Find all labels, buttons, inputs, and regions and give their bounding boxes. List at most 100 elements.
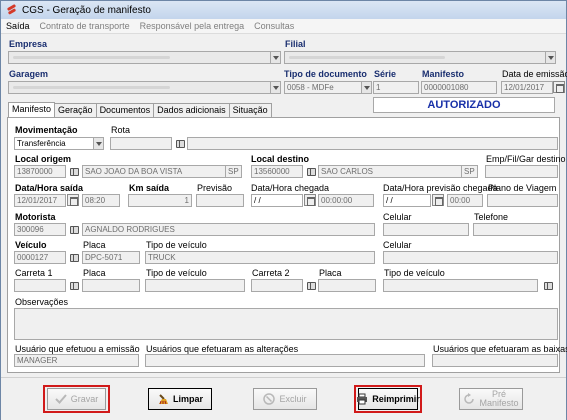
emp-fil-gar-label: Emp/Fil/Gar destino	[486, 154, 566, 164]
carreta2-label: Carreta 2	[252, 268, 290, 278]
local-destino-label: Local destino	[251, 154, 310, 164]
destino-search-icon[interactable]	[306, 166, 317, 177]
destino-code-field[interactable]: 13560000	[251, 165, 303, 178]
delete-icon	[263, 393, 276, 405]
pre-manifesto-label: Pré Manifesto	[479, 390, 518, 408]
hora-chegada-field[interactable]: 00:00:00	[318, 194, 374, 207]
button-bar: Gravar Limpar Excluir Reimprimir Pré Man…	[1, 377, 566, 420]
menu-bar: Saída Contrato de transporte Responsável…	[1, 19, 566, 34]
tab-bar: Manifesto Geração Documentos Dados adici…	[8, 102, 272, 117]
telefone-field[interactable]	[473, 223, 558, 236]
origem-uf-field: SP	[225, 165, 242, 178]
usuario-emissao-field: MANAGER	[14, 354, 139, 367]
celular-veiculo-field[interactable]	[383, 251, 558, 264]
observacoes-textarea[interactable]	[14, 308, 558, 340]
garagem-dropdown-icon[interactable]	[270, 81, 281, 94]
previsao-field[interactable]	[196, 194, 244, 207]
carreta1-search-icon[interactable]	[69, 280, 80, 291]
tab-manifesto[interactable]: Manifesto	[8, 102, 56, 117]
plano-viagem-field[interactable]	[487, 194, 558, 207]
origem-code-field[interactable]: 13870000	[14, 165, 66, 178]
data-chegada-calendar-icon[interactable]	[304, 194, 316, 206]
carreta2-placa-field	[318, 279, 376, 292]
rota-code-field[interactable]	[110, 137, 172, 150]
garagem-label: Garagem	[9, 69, 49, 79]
pre-manifesto-button[interactable]: Pré Manifesto	[459, 388, 523, 410]
carreta1-placa-label: Placa	[83, 268, 106, 278]
filial-field[interactable]	[284, 51, 546, 64]
celular-veiculo-label: Celular	[383, 240, 412, 250]
check-icon	[55, 393, 67, 405]
tipo-veiculo-field: TRUCK	[145, 251, 375, 264]
destino-name-field: SAO CARLOS	[318, 165, 462, 178]
reimprimir-button[interactable]: Reimprimir	[357, 388, 420, 410]
menu-contrato-transporte[interactable]: Contrato de transporte	[35, 21, 135, 31]
celular-field[interactable]	[383, 223, 469, 236]
motorista-search-icon[interactable]	[69, 224, 80, 235]
movimentacao-select[interactable]: Transferência	[14, 137, 94, 150]
carreta2-placa-label: Placa	[319, 268, 342, 278]
empresa-field[interactable]	[8, 51, 271, 64]
tipo-documento-select[interactable]: 0058 - MDFe	[284, 81, 362, 94]
carreta2-code-field[interactable]	[251, 279, 303, 292]
origem-name-field: SAO JOAO DA BOA VISTA	[82, 165, 226, 178]
rota-search-icon[interactable]	[175, 138, 186, 149]
usuarios-baixas-label: Usuários que efetuaram as baixas	[433, 344, 567, 354]
data-chegada-field[interactable]: / /	[251, 194, 303, 207]
data-previsao-calendar-icon[interactable]	[432, 194, 444, 206]
filial-dropdown-icon[interactable]	[545, 51, 556, 64]
app-window: CGS - Geração de manifesto Saída Contrat…	[0, 0, 567, 420]
excluir-button[interactable]: Excluir	[253, 388, 317, 410]
carreta1-code-field[interactable]	[14, 279, 66, 292]
rota-name-field[interactable]	[187, 137, 558, 150]
window-title: CGS - Geração de manifesto	[22, 4, 151, 16]
data-emissao-field[interactable]: 12/01/2017	[501, 81, 553, 94]
tab-situacao[interactable]: Situação	[228, 103, 272, 117]
data-saida-calendar-icon[interactable]	[67, 194, 79, 206]
veiculo-label: Veículo	[15, 240, 47, 250]
carreta-edit-icon[interactable]	[543, 280, 554, 291]
tipo-documento-label: Tipo de documento	[284, 69, 367, 79]
movimentacao-dropdown-icon[interactable]	[93, 137, 104, 150]
menu-saida[interactable]: Saída	[1, 21, 35, 31]
tab-dados-adicionais[interactable]: Dados adicionais	[153, 103, 230, 117]
usuario-emissao-label: Usuário que efetuou a emissão	[15, 344, 140, 354]
serie-field[interactable]: 1	[373, 81, 419, 94]
gravar-label: Gravar	[70, 394, 99, 404]
menu-consultas[interactable]: Consultas	[249, 21, 299, 31]
empresa-dropdown-icon[interactable]	[270, 51, 281, 64]
km-saida-field[interactable]: 1	[128, 194, 192, 207]
motorista-code-field[interactable]: 300096	[14, 223, 66, 236]
origem-search-icon[interactable]	[69, 166, 80, 177]
manifesto-field[interactable]: 0000001080	[421, 81, 497, 94]
data-hora-previsao-label: Data/Hora previsão chegada	[383, 183, 498, 193]
data-emissao-label: Data de emissão	[502, 69, 567, 79]
data-emissao-calendar-icon[interactable]	[553, 81, 565, 93]
hora-saida-field[interactable]: 08:20	[82, 194, 120, 207]
celular-label: Celular	[383, 212, 412, 222]
veiculo-code-field[interactable]: 0000127	[14, 251, 66, 264]
garagem-field[interactable]	[8, 81, 271, 94]
veiculo-placa-field: DPC-5071	[82, 251, 140, 264]
data-previsao-field[interactable]: / /	[383, 194, 431, 207]
limpar-button[interactable]: Limpar	[148, 388, 212, 410]
emp-fil-gar-field[interactable]	[485, 165, 558, 178]
broom-icon	[157, 393, 169, 405]
plano-viagem-label: Plano de Viagem	[488, 183, 557, 193]
data-saida-field[interactable]: 12/01/2017	[14, 194, 66, 207]
gravar-button[interactable]: Gravar	[47, 388, 106, 410]
tipo-documento-dropdown-icon[interactable]	[361, 81, 372, 94]
rota-label: Rota	[111, 125, 131, 135]
filial-label: Filial	[285, 39, 306, 49]
veiculo-search-icon[interactable]	[69, 252, 80, 263]
pre-manifesto-label-line2: Manifesto	[479, 398, 519, 408]
menu-responsavel-entrega[interactable]: Responsável pela entrega	[135, 21, 250, 31]
hora-previsao-field[interactable]: 00:00	[447, 194, 483, 207]
local-origem-label: Local origem	[15, 154, 72, 164]
manifesto-label: Manifesto	[422, 69, 465, 79]
carreta2-search-icon[interactable]	[306, 280, 317, 291]
title-bar: CGS - Geração de manifesto	[1, 1, 566, 19]
tab-documentos[interactable]: Documentos	[95, 103, 155, 117]
previsao-label: Previsão	[197, 183, 233, 193]
tab-geracao[interactable]: Geração	[54, 103, 97, 117]
